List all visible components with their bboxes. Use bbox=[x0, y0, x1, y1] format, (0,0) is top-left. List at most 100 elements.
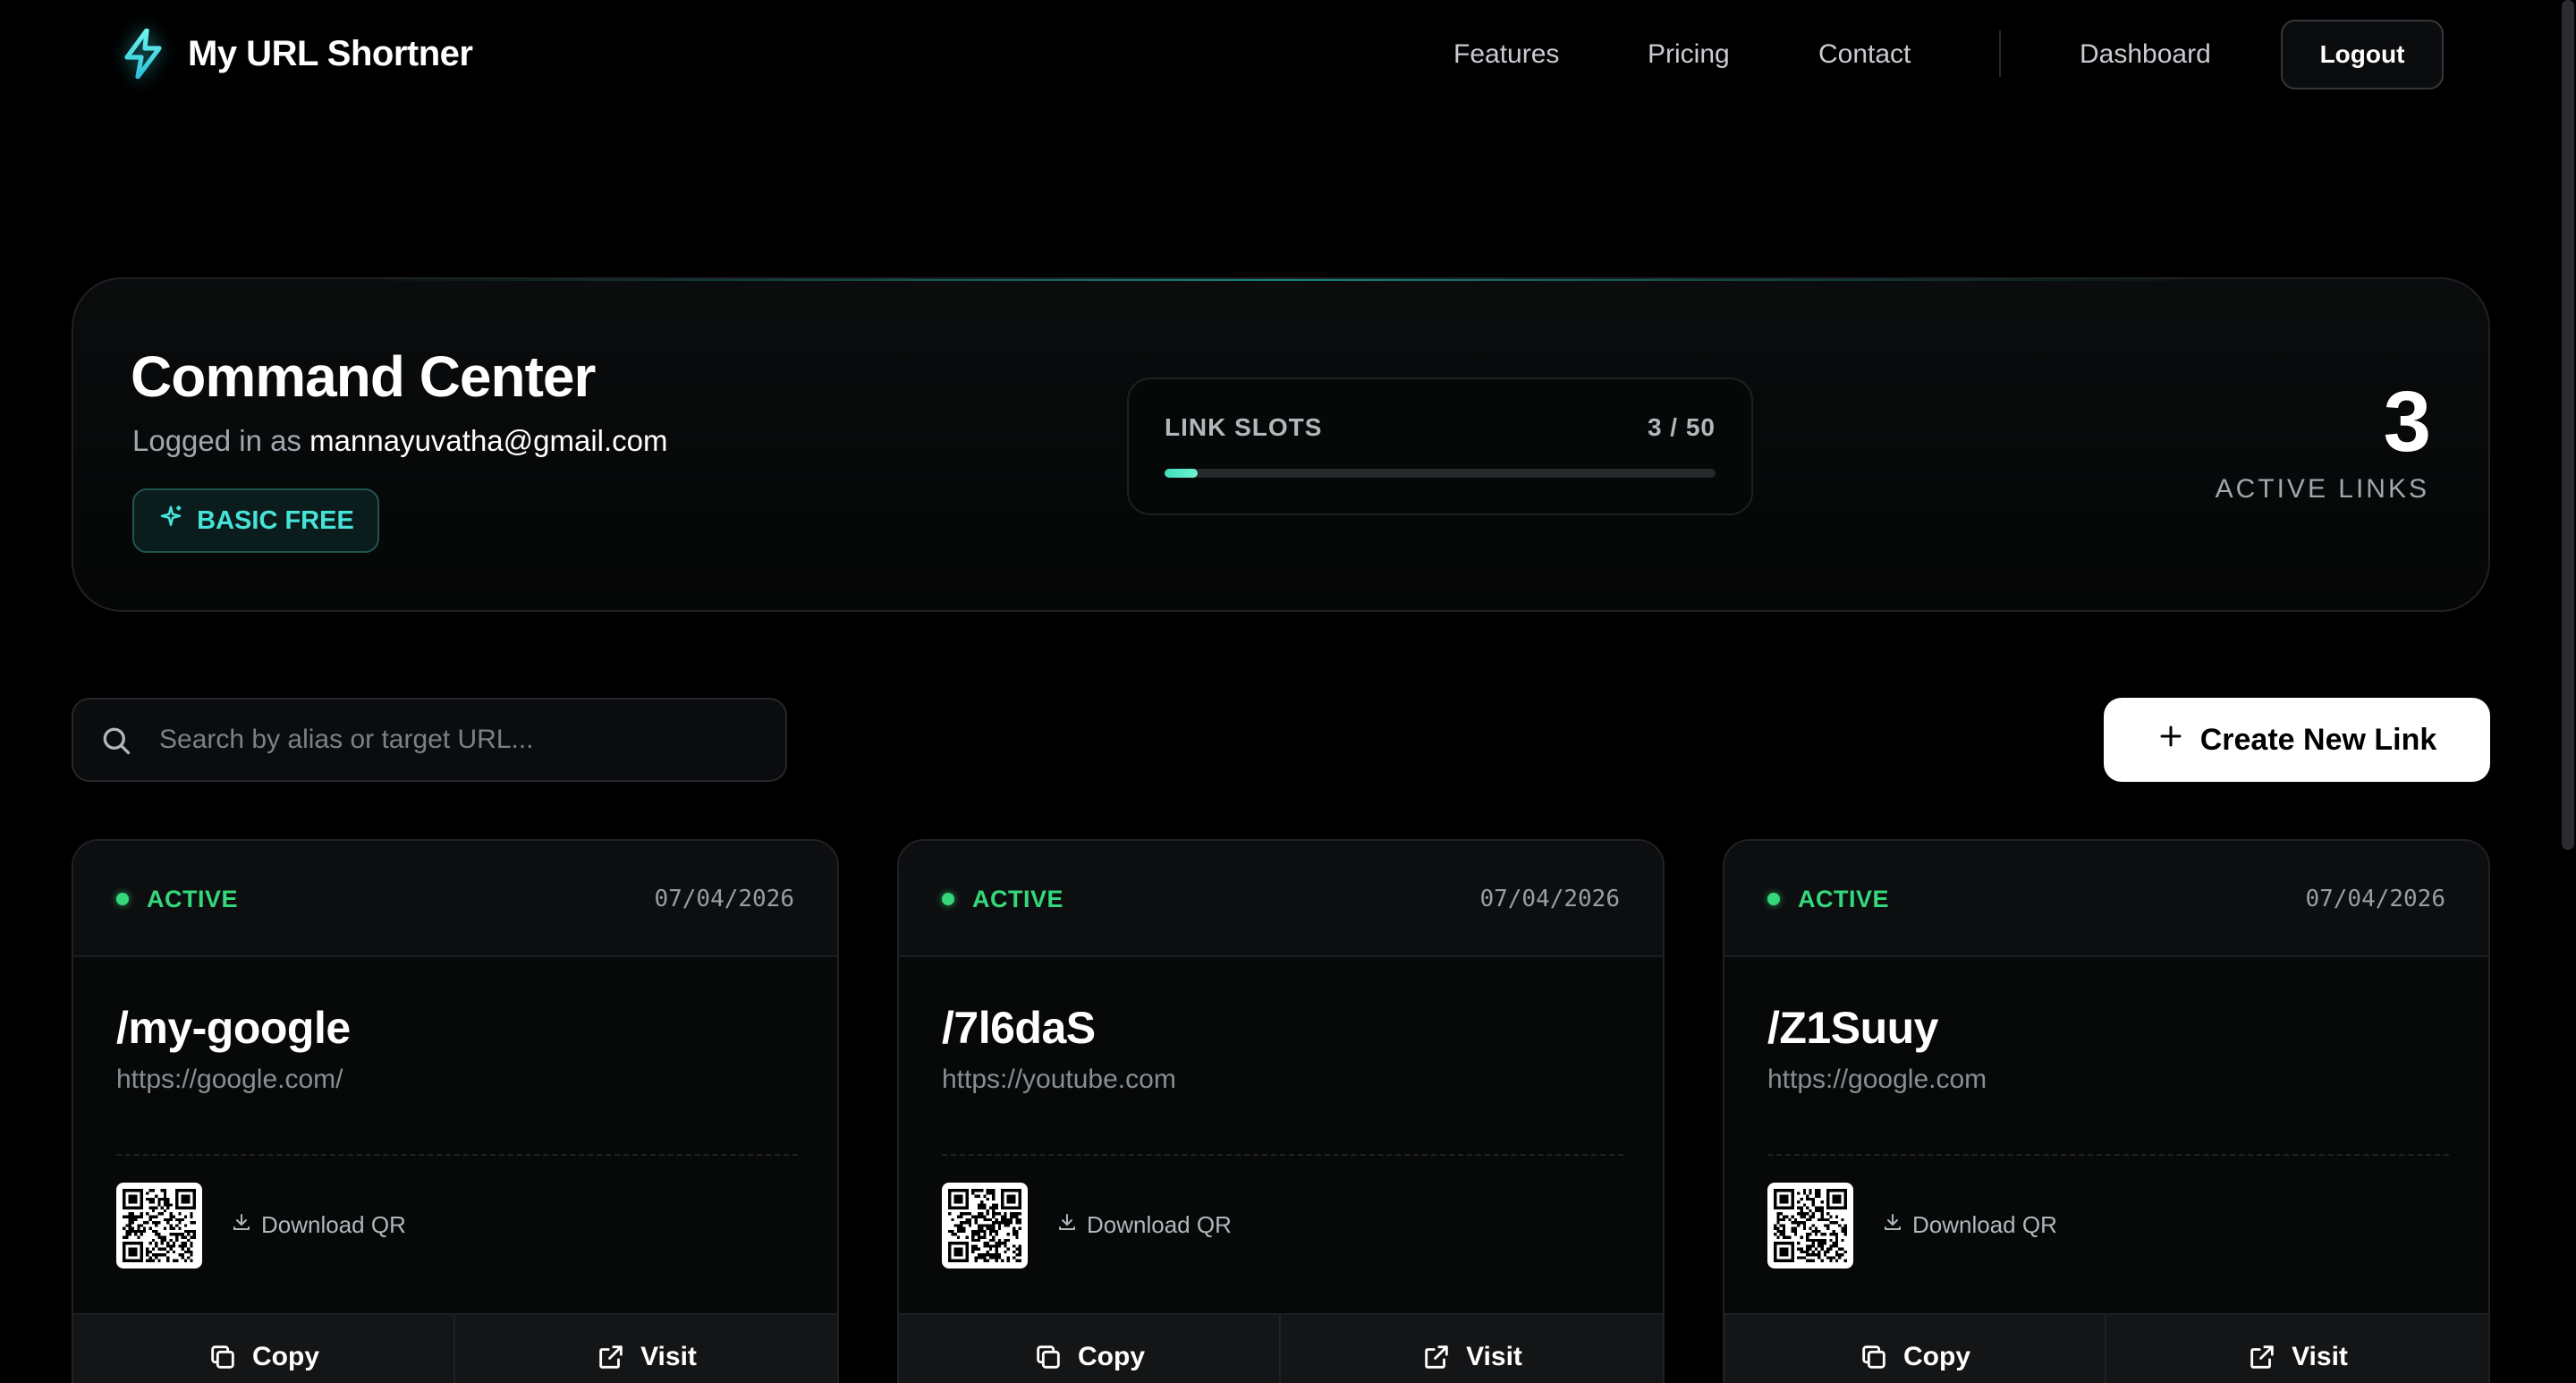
qr-module bbox=[1814, 1233, 1818, 1236]
qr-module bbox=[1843, 1201, 1847, 1204]
qr-module bbox=[1802, 1256, 1807, 1260]
qr-module bbox=[956, 1201, 961, 1204]
search-input[interactable] bbox=[159, 701, 767, 778]
qr-module bbox=[183, 1242, 188, 1245]
nav-dashboard[interactable]: Dashboard bbox=[2080, 39, 2211, 70]
qr-module bbox=[953, 1250, 957, 1254]
qr-module bbox=[977, 1256, 981, 1260]
qr-module bbox=[971, 1235, 975, 1239]
qr-module bbox=[146, 1247, 149, 1251]
external-link-icon bbox=[2247, 1342, 2277, 1383]
copy-label: Copy bbox=[252, 1342, 319, 1371]
qr-module bbox=[997, 1238, 1002, 1243]
copy-button[interactable]: Copy bbox=[899, 1315, 1281, 1383]
qr-module bbox=[1809, 1197, 1812, 1201]
qr-module bbox=[160, 1206, 164, 1209]
qr-module bbox=[986, 1197, 989, 1201]
qr-module bbox=[997, 1224, 1002, 1227]
qr-module bbox=[1785, 1242, 1789, 1245]
qr-module bbox=[140, 1194, 143, 1198]
qr-module bbox=[140, 1256, 143, 1260]
qr-module bbox=[995, 1206, 998, 1209]
nav-pricing[interactable]: Pricing bbox=[1648, 39, 1730, 70]
qr-module bbox=[960, 1201, 963, 1204]
qr-module bbox=[965, 1250, 969, 1254]
qr-module bbox=[948, 1212, 952, 1216]
search-box bbox=[72, 698, 787, 782]
qr-module bbox=[1785, 1235, 1789, 1239]
qr-module bbox=[192, 1201, 196, 1204]
qr-module bbox=[128, 1233, 131, 1236]
qr-module bbox=[172, 1242, 176, 1245]
qr-module bbox=[137, 1259, 140, 1262]
qr-module bbox=[956, 1224, 961, 1227]
qr-module bbox=[1835, 1215, 1839, 1218]
qr-module bbox=[155, 1253, 158, 1257]
qr-module bbox=[123, 1250, 126, 1254]
qr-module bbox=[1785, 1206, 1789, 1209]
qr-module bbox=[123, 1189, 126, 1192]
qr-module bbox=[178, 1221, 182, 1225]
qr-module bbox=[190, 1221, 193, 1225]
qr-module bbox=[986, 1218, 989, 1222]
qr-module bbox=[960, 1242, 963, 1245]
qr-module bbox=[181, 1206, 184, 1209]
qr-module bbox=[172, 1233, 176, 1236]
qr-module bbox=[1793, 1233, 1798, 1236]
qr-module bbox=[169, 1218, 173, 1222]
create-new-link-button[interactable]: Create New Link bbox=[2104, 698, 2490, 782]
brand-name: My URL Shortner bbox=[188, 33, 473, 73]
qr-module bbox=[953, 1224, 957, 1227]
qr-module bbox=[986, 1226, 989, 1230]
visit-button[interactable]: Visit bbox=[2106, 1315, 2488, 1383]
qr-module bbox=[1838, 1201, 1842, 1204]
page-scrollbar[interactable] bbox=[2562, 0, 2574, 850]
qr-module bbox=[1811, 1201, 1815, 1204]
qr-module bbox=[1841, 1189, 1844, 1192]
qr-module bbox=[992, 1229, 996, 1234]
qr-module bbox=[1774, 1189, 1777, 1192]
nav-contact[interactable]: Contact bbox=[1818, 39, 1911, 70]
qr-module bbox=[151, 1189, 156, 1192]
qr-module bbox=[1832, 1233, 1835, 1236]
qr-module bbox=[956, 1250, 961, 1254]
brand[interactable]: My URL Shortner bbox=[118, 27, 473, 81]
qr-module bbox=[175, 1189, 179, 1192]
link-alias[interactable]: /7l6daS bbox=[942, 1002, 1096, 1054]
qr-module bbox=[1818, 1206, 1821, 1209]
visit-button[interactable]: Visit bbox=[455, 1315, 837, 1383]
qr-module bbox=[977, 1194, 981, 1198]
logout-button[interactable]: Logout bbox=[2281, 20, 2444, 89]
qr-module bbox=[1785, 1259, 1789, 1262]
qr-module bbox=[1835, 1206, 1839, 1209]
nav-features[interactable]: Features bbox=[1453, 39, 1559, 70]
copy-button[interactable]: Copy bbox=[73, 1315, 455, 1383]
qr-module bbox=[1774, 1242, 1777, 1245]
qr-module bbox=[128, 1229, 131, 1234]
download-qr-button[interactable]: Download QR bbox=[1882, 1211, 2057, 1239]
qr-module bbox=[1004, 1224, 1007, 1227]
qr-module bbox=[977, 1229, 981, 1234]
visit-button[interactable]: Visit bbox=[1281, 1315, 1663, 1383]
link-alias[interactable]: /my-google bbox=[116, 1002, 351, 1054]
link-alias[interactable]: /Z1Suuy bbox=[1767, 1002, 1938, 1054]
qr-module bbox=[1018, 1253, 1021, 1257]
qr-module bbox=[140, 1203, 143, 1207]
qr-module bbox=[123, 1201, 126, 1204]
qr-module bbox=[175, 1224, 179, 1227]
qr-module bbox=[1814, 1192, 1818, 1195]
qr-module bbox=[169, 1212, 173, 1216]
visit-label: Visit bbox=[640, 1342, 697, 1371]
copy-button[interactable]: Copy bbox=[1724, 1315, 2106, 1383]
qr-module bbox=[148, 1201, 152, 1204]
qr-module bbox=[175, 1201, 179, 1204]
qr-module bbox=[968, 1212, 972, 1216]
download-qr-button[interactable]: Download QR bbox=[231, 1211, 406, 1239]
status-dot bbox=[116, 893, 129, 905]
qr-module bbox=[1826, 1256, 1830, 1260]
qr-module bbox=[1820, 1247, 1824, 1251]
qr-module bbox=[134, 1253, 138, 1257]
qr-module bbox=[181, 1197, 184, 1201]
qr-module bbox=[125, 1259, 129, 1262]
download-qr-button[interactable]: Download QR bbox=[1056, 1211, 1232, 1239]
